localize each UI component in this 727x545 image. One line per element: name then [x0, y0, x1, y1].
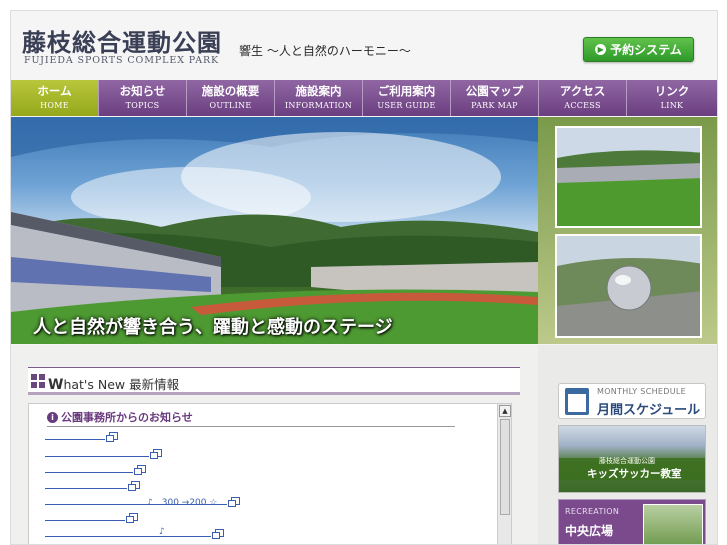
park-office-notice-label: 公園事務所からのお知らせ: [61, 411, 193, 424]
scroll-up-arrow-icon[interactable]: ▲: [499, 405, 511, 417]
news-link[interactable]: ♪ 300 →200 ☆: [45, 493, 240, 508]
divider: [47, 426, 455, 427]
side-photos: [538, 117, 717, 344]
nav-sublabel: INFORMATION: [284, 101, 353, 110]
hero-image: 人と自然が響き合う、躍動と感動のステージ: [11, 117, 538, 344]
monument-thumbnail-graphic: [557, 236, 700, 336]
reservation-button-label: 予約システム: [610, 43, 682, 57]
news-link[interactable]: [45, 461, 146, 475]
nav-information[interactable]: 施設案内 INFORMATION: [275, 80, 363, 116]
news-link-text: [45, 463, 133, 473]
monthly-schedule-banner[interactable]: MONTHLY SCHEDULE 月間スケジュール: [558, 383, 706, 419]
news-link-text: [45, 430, 105, 440]
nav-sublabel: HOME: [40, 101, 69, 110]
recreation-label-en: RECREATION: [565, 507, 620, 516]
site-title-english: FUJIEDA SPORTS COMPLEX PARK: [24, 55, 220, 66]
whats-new-header: What's New 最新情報: [28, 367, 520, 395]
recreation-banner[interactable]: RECREATION 中央広場: [558, 499, 706, 544]
plaza-photo: [643, 504, 703, 544]
whats-new-ja: 最新情報: [129, 377, 180, 392]
scroll-thumb[interactable]: [500, 419, 510, 515]
main-navigation: ホーム HOME お知らせ TOPICS 施設の概要 OUTLINE 施設案内 …: [11, 80, 717, 116]
news-link[interactable]: ♪: [45, 525, 224, 539]
monument-thumbnail[interactable]: [555, 234, 702, 338]
reservation-system-button[interactable]: ▶ 予約システム: [583, 37, 694, 62]
stadium-thumbnail[interactable]: [555, 126, 702, 228]
nav-sublabel: LINK: [660, 101, 684, 110]
calendar-icon: [565, 388, 589, 415]
new-window-icon: [228, 497, 240, 507]
nav-sublabel: TOPICS: [125, 101, 160, 110]
arrow-circle-icon: ▶: [595, 44, 607, 55]
site-tagline: 響生 ～人と自然のハーモニー～: [239, 44, 411, 58]
new-window-icon: [128, 481, 140, 491]
news-link-text: [45, 447, 149, 457]
news-link-text: ♪ 300 →200 ☆: [45, 495, 227, 508]
nav-sublabel: USER GUIDE: [377, 101, 436, 110]
grid-square-icon: [31, 374, 45, 388]
kids-soccer-title: キッズサッカー教室: [587, 468, 682, 480]
nav-sublabel: OUTLINE: [209, 101, 252, 110]
info-icon: i: [47, 411, 58, 423]
news-link[interactable]: [45, 428, 118, 442]
nav-label: アクセス: [559, 84, 606, 98]
nav-sublabel: ACCESS: [564, 101, 601, 110]
whats-new-initial: W: [48, 377, 64, 393]
nav-topics[interactable]: お知らせ TOPICS: [99, 80, 187, 116]
site-header: 藤枝総合運動公園 FUJIEDA SPORTS COMPLEX PARK 響生 …: [11, 11, 717, 79]
recreation-label-ja: 中央広場: [565, 524, 614, 538]
new-window-icon: [126, 513, 138, 523]
news-link-text: ♪: [45, 527, 211, 537]
news-link[interactable]: [45, 477, 140, 491]
news-link-extra: ♪: [159, 527, 165, 537]
site-title[interactable]: 藤枝総合運動公園: [22, 23, 222, 58]
nav-outline[interactable]: 施設の概要 OUTLINE: [187, 80, 275, 116]
new-window-icon: [134, 465, 146, 475]
news-scrollbar[interactable]: ▲: [497, 404, 511, 544]
news-link-extra: ♪ 300 →200 ☆: [147, 498, 218, 508]
nav-park-map[interactable]: 公園マップ PARK MAP: [451, 80, 539, 116]
content-area: What's New 最新情報 i 公園事務所からのお知らせ ♪ 300 →20…: [11, 345, 717, 544]
news-list[interactable]: i 公園事務所からのお知らせ ♪ 300 →200 ☆ ♪ ▲: [28, 403, 512, 544]
whats-new-en: hat's New: [63, 377, 126, 392]
news-link[interactable]: [45, 445, 162, 459]
nav-label: 公園マップ: [465, 84, 524, 98]
kids-soccer-park-name: 藤枝総合運動公園: [599, 457, 655, 465]
nav-link[interactable]: リンク LINK: [627, 80, 717, 116]
right-sidebar: MONTHLY SCHEDULE 月間スケジュール 藤枝総合運動公園 キッズサッ…: [538, 345, 717, 544]
nav-label: ご利用案内: [377, 84, 436, 98]
news-link[interactable]: [45, 541, 158, 544]
hero-caption: 人と自然が響き合う、躍動と感動のステージ: [33, 317, 393, 338]
stadium-thumbnail-graphic: [557, 128, 700, 226]
nav-label: リンク: [654, 84, 690, 98]
nav-label: お知らせ: [119, 84, 166, 98]
news-link-text: [45, 511, 125, 521]
nav-user-guide[interactable]: ご利用案内 USER GUIDE: [363, 80, 451, 116]
new-window-icon: [106, 432, 118, 442]
nav-home[interactable]: ホーム HOME: [11, 80, 99, 116]
schedule-label-en: MONTHLY SCHEDULE: [597, 387, 686, 396]
nav-sublabel: PARK MAP: [471, 101, 518, 110]
whats-new-section: What's New 最新情報 i 公園事務所からのお知らせ ♪ 300 →20…: [28, 367, 520, 544]
whats-new-title: What's New 最新情報: [48, 374, 179, 393]
kids-soccer-banner[interactable]: 藤枝総合運動公園 キッズサッカー教室: [558, 425, 706, 493]
schedule-label-ja: 月間スケジュール: [597, 403, 701, 418]
page: 藤枝総合運動公園 FUJIEDA SPORTS COMPLEX PARK 響生 …: [10, 10, 718, 545]
stadium-illustration: [11, 117, 538, 344]
nav-label: 施設案内: [295, 84, 342, 98]
nav-access[interactable]: アクセス ACCESS: [539, 80, 627, 116]
new-window-icon: [150, 449, 162, 459]
new-window-icon: [212, 529, 224, 539]
nav-label: ホーム: [37, 84, 72, 98]
nav-label: 施設の概要: [201, 84, 260, 98]
news-link[interactable]: [45, 509, 138, 523]
park-office-notice-heading: i 公園事務所からのお知らせ: [47, 409, 193, 425]
news-link-text: [45, 479, 127, 489]
